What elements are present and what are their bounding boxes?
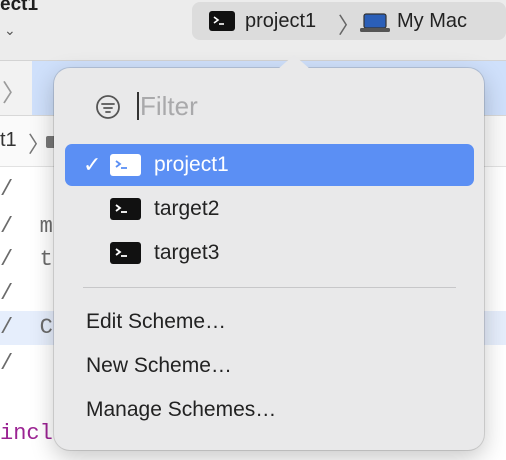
- checkmark-icon: ✓: [83, 152, 102, 177]
- laptop-icon: [360, 13, 390, 38]
- code-line: incl: [0, 421, 53, 446]
- filter-icon: [94, 94, 122, 125]
- scheme-label: target2: [154, 197, 220, 220]
- code-line: /: [0, 281, 14, 306]
- new-scheme-item[interactable]: New Scheme…: [86, 351, 232, 381]
- code-line: /: [0, 177, 14, 202]
- code-line: /: [0, 351, 14, 376]
- menu-divider: [83, 287, 456, 288]
- project-title: ect1: [0, 0, 39, 15]
- terminal-icon: [110, 154, 141, 181]
- filter-input[interactable]: [138, 89, 440, 123]
- edit-scheme-item[interactable]: Edit Scheme…: [86, 307, 226, 337]
- scheme-name[interactable]: project1: [245, 10, 316, 33]
- terminal-icon: [110, 198, 141, 225]
- scheme-item-target2[interactable]: target2: [65, 188, 474, 230]
- scheme-popover: ✓ project1 target2 target3 Edit Scheme… …: [54, 55, 484, 450]
- filter-field[interactable]: [94, 88, 444, 124]
- scheme-item-target3[interactable]: target3: [65, 232, 474, 274]
- scheme-item-project1[interactable]: ✓ project1: [65, 144, 474, 186]
- run-destination[interactable]: My Mac: [397, 10, 467, 33]
- scheme-label: project1: [154, 153, 229, 176]
- chevron-right-icon: 〉: [338, 13, 361, 38]
- window-toolbar: ect1 ⌄ project1 〉 My Mac: [0, 0, 506, 61]
- terminal-icon: [110, 242, 141, 269]
- scheme-label: target3: [154, 241, 220, 264]
- code-line: / t: [0, 247, 53, 272]
- manage-schemes-item[interactable]: Manage Schemes…: [86, 395, 276, 425]
- popover-arrow: [278, 55, 310, 69]
- chevron-left-icon[interactable]: 〉: [2, 73, 26, 108]
- terminal-icon: [209, 11, 235, 36]
- breadcrumb[interactable]: t1: [0, 129, 17, 152]
- chevron-down-icon[interactable]: ⌄: [4, 22, 16, 39]
- code-line: / m: [0, 214, 53, 239]
- scheme-selector[interactable]: project1 〉 My Mac: [192, 2, 506, 40]
